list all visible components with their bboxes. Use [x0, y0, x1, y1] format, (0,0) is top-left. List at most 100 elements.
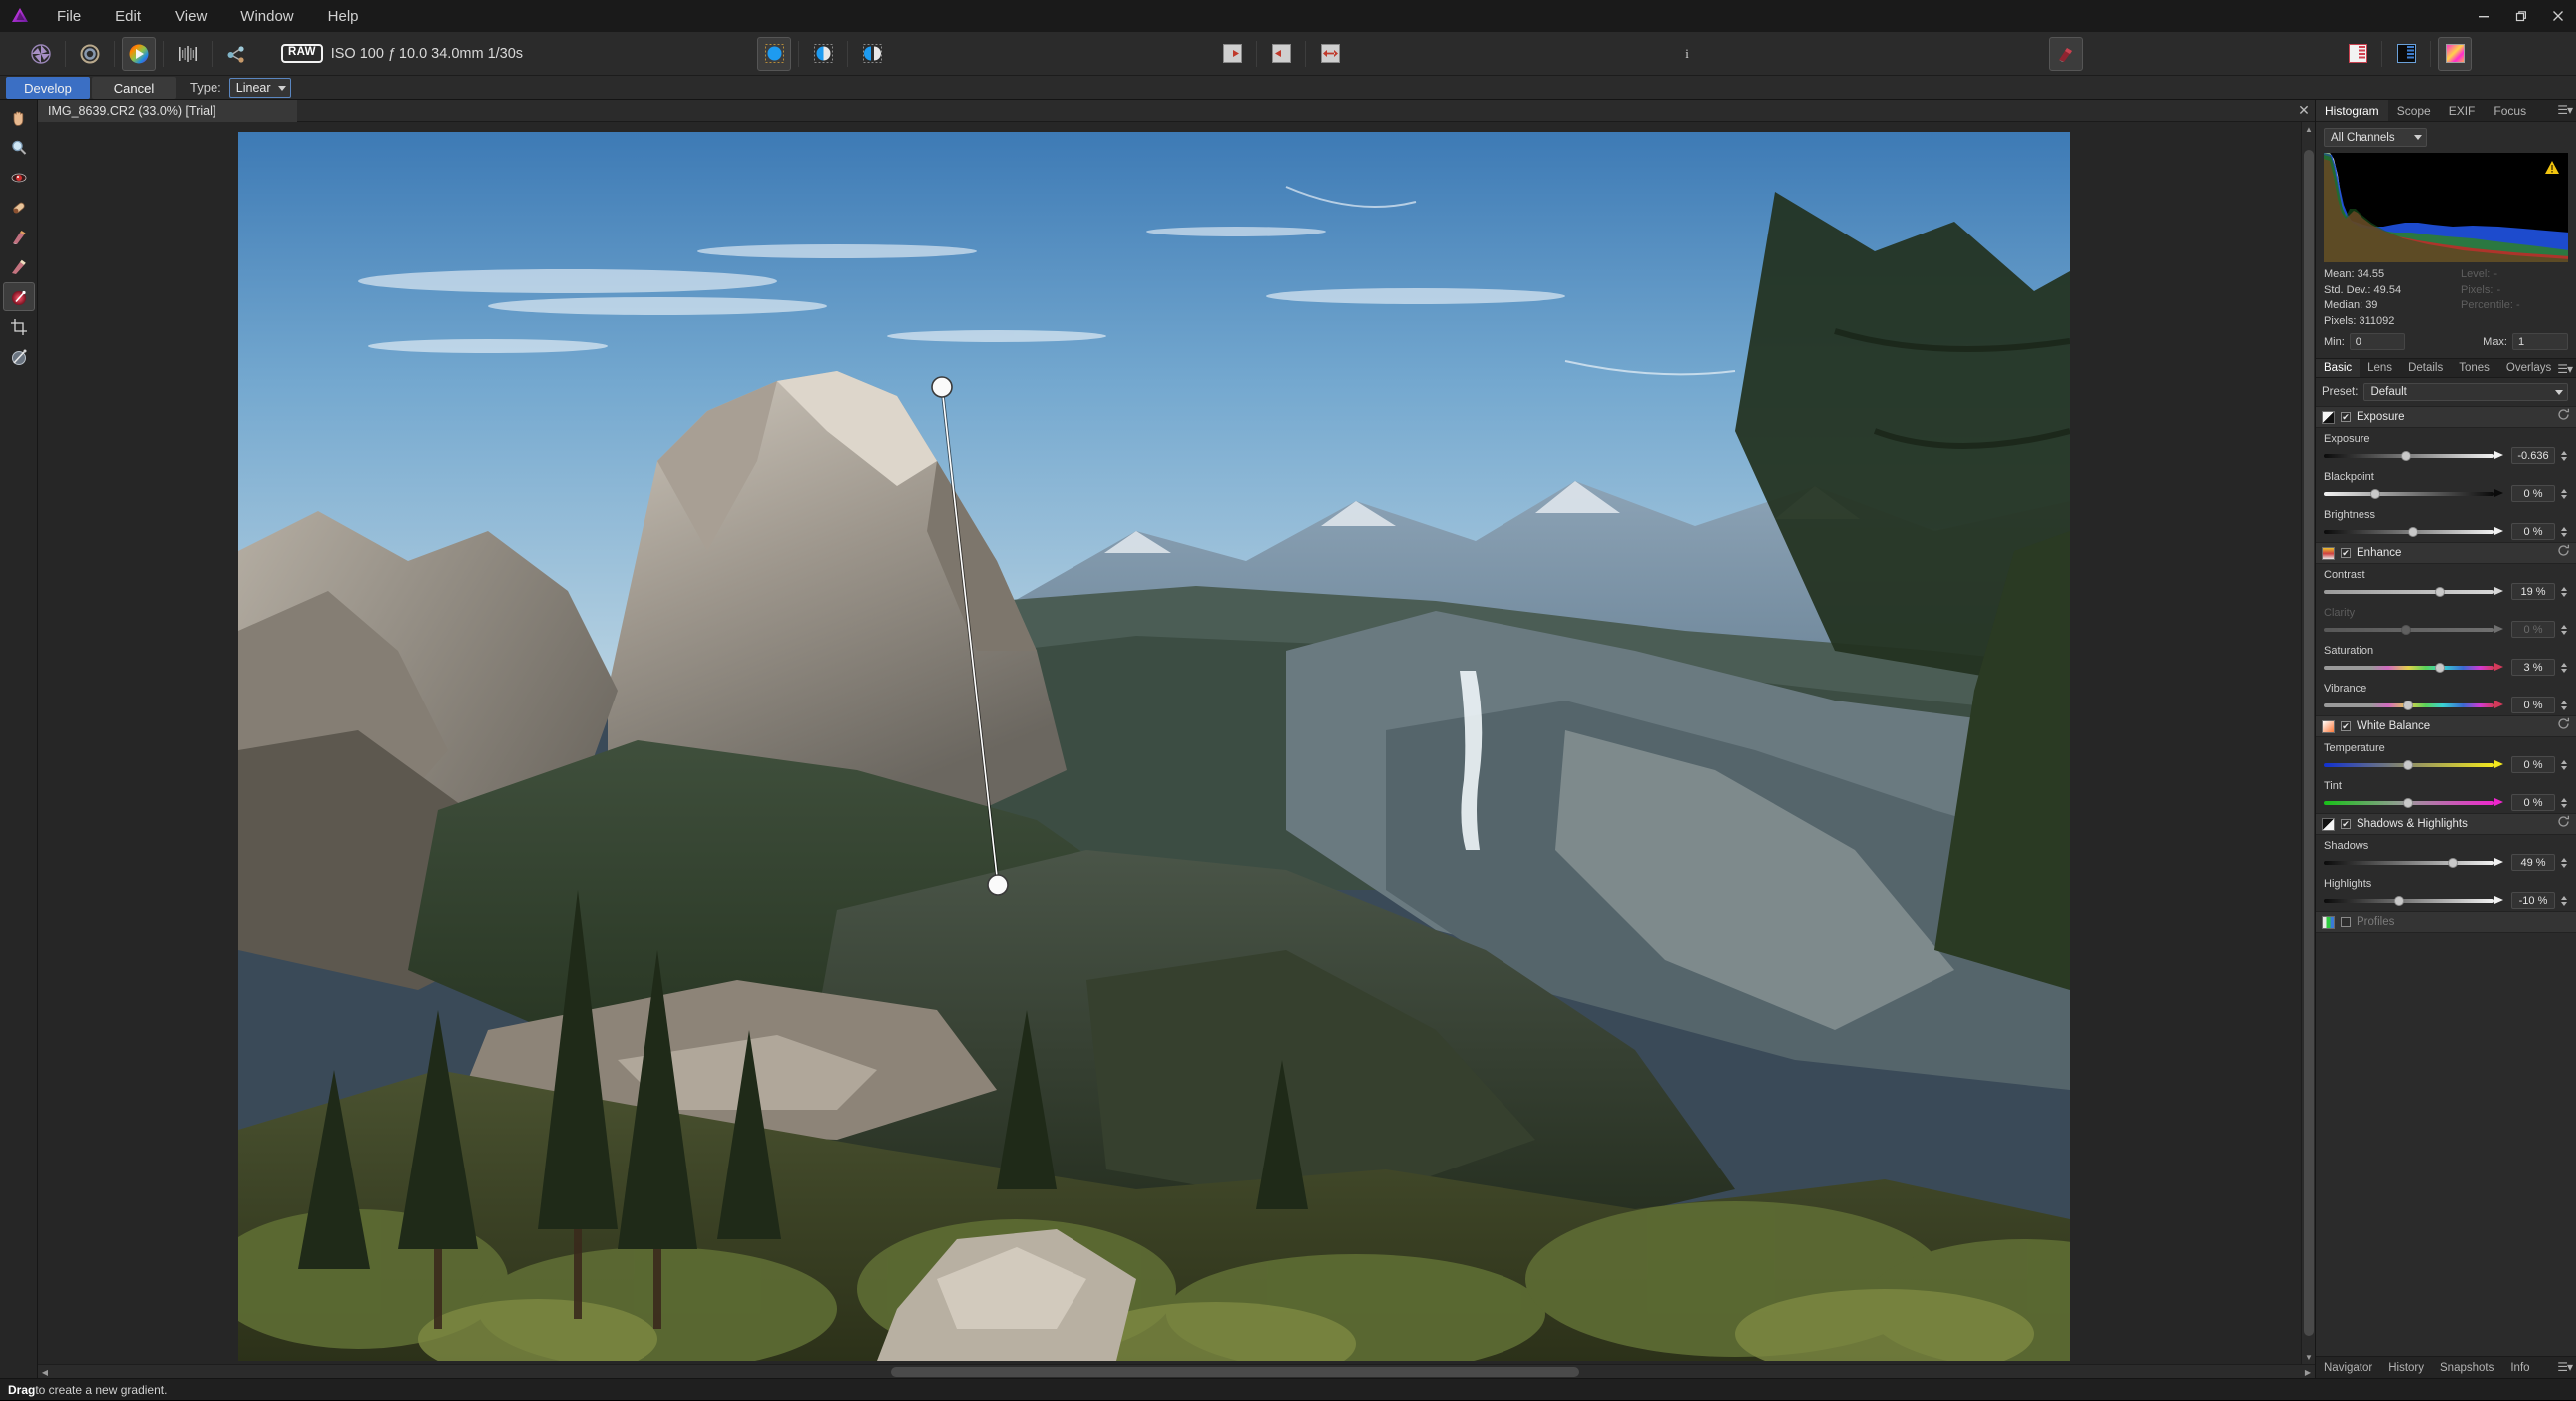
section-checkbox-enhance[interactable] — [2341, 548, 2351, 558]
gradient-overlay[interactable] — [238, 132, 2070, 1361]
slider-stepper-clarity[interactable] — [2559, 624, 2568, 635]
histogram-channel-select[interactable]: All Channels — [2324, 128, 2427, 147]
slider-value-exposure[interactable]: -0.636 — [2511, 447, 2555, 464]
overlay-brush-button[interactable] — [2049, 36, 2083, 71]
gradient-type-select[interactable]: Linear — [228, 78, 291, 98]
slider-stepper-blackpoint[interactable] — [2559, 488, 2568, 499]
slider-track-brightness[interactable] — [2324, 526, 2503, 537]
toggle-clipping-white-button[interactable] — [2341, 37, 2374, 71]
menu-file[interactable]: File — [40, 0, 98, 32]
hamburger-menu-icon[interactable]: ☰▾ — [2557, 1360, 2573, 1374]
canvas-vertical-scrollbar[interactable]: ▲ ▼ — [2301, 122, 2315, 1364]
slider-value-contrast[interactable]: 19 % — [2511, 583, 2555, 600]
slider-track-shadows[interactable] — [2324, 857, 2503, 868]
slider-track-contrast[interactable] — [2324, 586, 2503, 597]
section-checkbox-shadows-highlights[interactable] — [2341, 819, 2351, 829]
tab-exif[interactable]: EXIF — [2440, 100, 2485, 121]
slider-track-vibrance[interactable] — [2324, 700, 2503, 710]
slider-track-temperature[interactable] — [2324, 759, 2503, 770]
tab-overlays[interactable]: Overlays — [2498, 359, 2559, 377]
close-icon[interactable]: ✕ — [2293, 102, 2315, 119]
slider-track-highlights[interactable] — [2324, 895, 2503, 906]
slider-track-tint[interactable] — [2324, 797, 2503, 808]
red-eye-tool-button[interactable] — [3, 163, 35, 192]
slider-stepper-saturation[interactable] — [2559, 662, 2568, 673]
split-view-button[interactable] — [806, 37, 840, 71]
tab-basic[interactable]: Basic — [2316, 359, 2361, 377]
toggle-overlay-preview-button[interactable] — [2438, 36, 2472, 71]
photo-canvas[interactable] — [238, 132, 2070, 1361]
menu-help[interactable]: Help — [311, 0, 376, 32]
before-after-left-button[interactable] — [1264, 37, 1298, 71]
photo-persona-button[interactable] — [24, 37, 58, 71]
overlay-paint-tool-button[interactable] — [3, 223, 35, 251]
max-input[interactable]: 1 — [2512, 333, 2568, 350]
liquify-persona-button[interactable] — [73, 37, 107, 71]
view-tool-button[interactable] — [3, 103, 35, 132]
section-header-exposure[interactable]: Exposure — [2316, 406, 2576, 428]
section-header-profiles[interactable]: Profiles — [2316, 911, 2576, 933]
minimize-button[interactable] — [2465, 0, 2502, 32]
slider-value-shadows[interactable]: 49 % — [2511, 854, 2555, 871]
slider-value-brightness[interactable]: 0 % — [2511, 523, 2555, 540]
zoom-tool-button[interactable] — [3, 133, 35, 162]
reset-icon[interactable] — [2557, 408, 2570, 426]
min-input[interactable]: 0 — [2349, 333, 2405, 350]
tab-focus[interactable]: Focus — [2484, 100, 2535, 121]
close-button[interactable] — [2539, 0, 2576, 32]
maximize-button[interactable] — [2502, 0, 2539, 32]
scroll-left-icon[interactable]: ◀ — [38, 1365, 52, 1379]
tab-snapshots[interactable]: Snapshots — [2432, 1357, 2502, 1378]
slider-track-exposure[interactable] — [2324, 450, 2503, 461]
tab-details[interactable]: Details — [2400, 359, 2451, 377]
slider-stepper-temperature[interactable] — [2559, 759, 2568, 770]
scroll-right-icon[interactable]: ▶ — [2301, 1365, 2315, 1379]
hamburger-menu-icon[interactable]: ☰▾ — [2557, 103, 2573, 117]
cancel-button[interactable]: Cancel — [92, 77, 176, 99]
tab-histogram[interactable]: Histogram — [2316, 100, 2388, 121]
section-checkbox-white-balance[interactable] — [2341, 721, 2351, 731]
slider-stepper-highlights[interactable] — [2559, 895, 2568, 906]
section-checkbox-profiles[interactable] — [2341, 917, 2351, 927]
menu-window[interactable]: Window — [223, 0, 310, 32]
document-tab[interactable]: IMG_8639.CR2 (33.0%) [Trial] — [38, 99, 297, 122]
tab-info[interactable]: Info — [2502, 1357, 2537, 1378]
white-balance-tool-button[interactable] — [3, 342, 35, 371]
slider-stepper-contrast[interactable] — [2559, 586, 2568, 597]
blemish-removal-tool-button[interactable] — [3, 193, 35, 222]
slider-value-highlights[interactable]: -10 % — [2511, 892, 2555, 909]
slider-value-vibrance[interactable]: 0 % — [2511, 697, 2555, 713]
slider-value-temperature[interactable]: 0 % — [2511, 756, 2555, 773]
scroll-down-icon[interactable]: ▼ — [2302, 1350, 2316, 1364]
slider-stepper-tint[interactable] — [2559, 797, 2568, 808]
export-persona-button[interactable] — [219, 37, 253, 71]
menu-view[interactable]: View — [158, 0, 223, 32]
single-view-button[interactable] — [757, 36, 791, 71]
slider-stepper-shadows[interactable] — [2559, 857, 2568, 868]
develop-persona-button[interactable] — [122, 36, 156, 71]
slider-value-saturation[interactable]: 3 % — [2511, 659, 2555, 676]
preset-select[interactable]: Default — [2363, 383, 2568, 401]
slider-value-tint[interactable]: 0 % — [2511, 794, 2555, 811]
section-header-shadows-highlights[interactable]: Shadows & Highlights — [2316, 813, 2576, 835]
toggle-clipping-black-button[interactable] — [2389, 37, 2423, 71]
mirror-view-button[interactable] — [855, 37, 889, 71]
slider-stepper-brightness[interactable] — [2559, 526, 2568, 537]
slider-track-blackpoint[interactable] — [2324, 488, 2503, 499]
reset-icon[interactable] — [2557, 717, 2570, 735]
section-header-white-balance[interactable]: White Balance — [2316, 715, 2576, 737]
tab-navigator[interactable]: Navigator — [2316, 1357, 2380, 1378]
overlay-gradient-tool-button[interactable] — [2, 282, 35, 311]
section-header-enhance[interactable]: Enhance — [2316, 542, 2576, 564]
slider-track-saturation[interactable] — [2324, 662, 2503, 673]
scroll-up-icon[interactable]: ▲ — [2302, 122, 2316, 136]
tab-scope[interactable]: Scope — [2388, 100, 2440, 121]
clipping-warning-icon[interactable] — [2545, 161, 2559, 179]
horizontal-scroll-thumb[interactable] — [891, 1367, 1579, 1377]
overlay-erase-tool-button[interactable] — [3, 252, 35, 281]
develop-button[interactable]: Develop — [6, 77, 90, 99]
tab-tones[interactable]: Tones — [2451, 359, 2498, 377]
tab-history[interactable]: History — [2380, 1357, 2432, 1378]
reset-icon[interactable] — [2557, 544, 2570, 562]
slider-value-clarity[interactable]: 0 % — [2511, 621, 2555, 638]
